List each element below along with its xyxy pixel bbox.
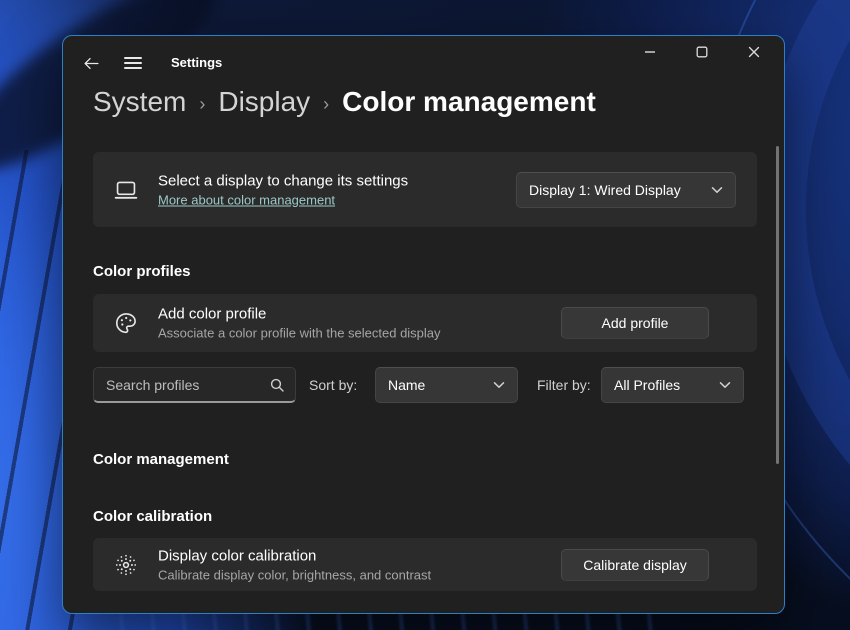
sort-by-value: Name [388,377,426,393]
display-color-calibration-subtitle: Calibrate display color, brightness, and… [158,567,432,582]
minimize-icon [644,46,656,58]
profiles-toolbar: Sort by: Name Filter by: All Profiles [93,367,757,403]
maximize-button[interactable] [679,37,725,67]
filter-by-label: Filter by: [537,377,591,393]
search-icon[interactable] [270,378,284,392]
chevron-down-icon [493,381,505,389]
app-title: Settings [171,55,223,70]
minimize-button[interactable] [627,37,673,67]
display-select-dropdown[interactable]: Display 1: Wired Display [516,171,736,208]
display-color-calibration-card: Display color calibration Calibrate disp… [93,538,757,591]
add-profile-button[interactable]: Add profile [561,307,709,339]
settings-window: Settings System › Display › Color manage… [62,35,785,614]
maximize-icon [696,46,708,58]
filter-by-value: All Profiles [614,377,681,393]
close-icon [748,46,760,58]
close-button[interactable] [731,37,777,67]
breadcrumb-display[interactable]: Display [218,86,310,118]
nav-menu-button[interactable] [117,48,149,78]
chevron-down-icon [719,381,731,389]
breadcrumb-separator: › [323,93,330,114]
color-management-heading: Color management [93,451,229,468]
display-select-value: Display 1: Wired Display [529,181,681,198]
filter-by-dropdown[interactable]: All Profiles [601,367,744,403]
add-color-profile-title: Add color profile [158,305,267,323]
display-color-calibration-title: Display color calibration [158,547,317,564]
breadcrumb-current-page: Color management [342,86,596,117]
laptop-icon [113,177,139,203]
vertical-scrollbar[interactable] [776,146,779,464]
palette-icon [113,310,139,336]
display-selector-title: Select a display to change its settings [158,172,409,189]
breadcrumb-separator: › [199,93,206,114]
breadcrumb: System › Display › Color management [93,86,596,118]
titlebar: Settings [63,36,784,80]
chevron-down-icon [711,186,723,194]
window-controls [627,37,777,67]
add-color-profile-card: Add color profile Associate a color prof… [93,294,757,352]
display-color-calibration-text: Display color calibration Calibrate disp… [158,547,431,582]
breadcrumb-system[interactable]: System [93,86,186,118]
add-color-profile-text: Add color profile Associate a color prof… [158,306,441,341]
hamburger-icon [124,56,142,70]
brightness-calibration-icon [113,552,139,578]
search-profiles-input[interactable] [94,368,259,401]
calibrate-display-button[interactable]: Calibrate display [561,548,709,581]
more-about-color-management-link[interactable]: More about color management [158,192,335,207]
color-profiles-heading: Color profiles [93,263,191,280]
sort-by-dropdown[interactable]: Name [375,367,518,403]
sort-by-label: Sort by: [309,377,358,393]
display-selector-text: Select a display to change its settings … [158,172,408,207]
back-button[interactable] [75,48,107,78]
back-arrow-icon [83,56,100,71]
search-profiles-box [93,367,296,403]
color-calibration-heading: Color calibration [93,508,213,525]
desktop: Settings System › Display › Color manage… [0,0,850,630]
display-selector-card: Select a display to change its settings … [93,152,757,227]
add-color-profile-subtitle: Associate a color profile with the selec… [158,325,441,341]
